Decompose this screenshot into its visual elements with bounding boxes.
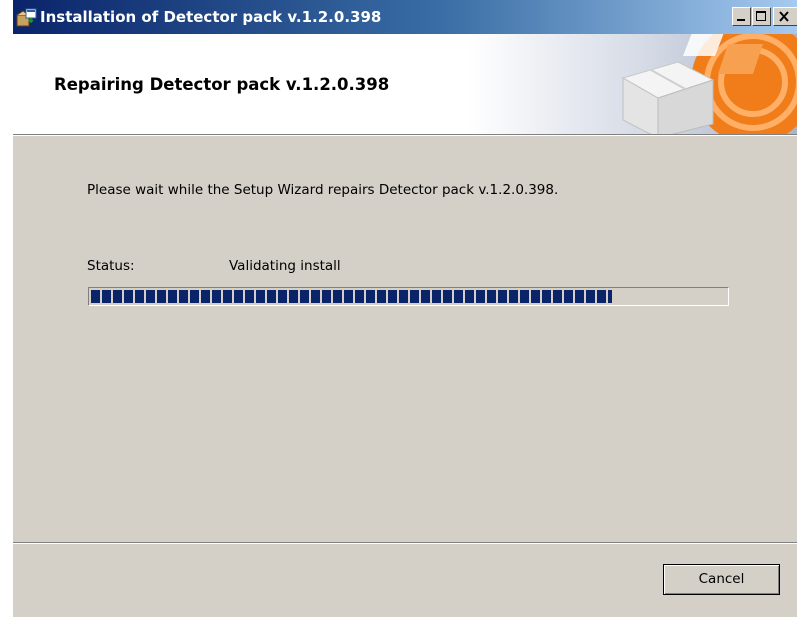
status-label: Status: [87, 258, 135, 274]
status-value: Validating install [229, 258, 341, 274]
description-text: Please wait while the Setup Wizard repai… [87, 182, 559, 198]
header-banner: Repairing Detector pack v.1.2.0.398 [13, 34, 797, 134]
minimize-button[interactable] [732, 7, 751, 26]
progress-track [91, 290, 726, 303]
installer-window: Installation of Detector pack v.1.2.0.39… [12, 0, 797, 617]
banner-divider-highlight [13, 135, 797, 136]
window-title: Installation of Detector pack v.1.2.0.39… [40, 8, 382, 26]
maximize-icon [756, 11, 766, 21]
maximize-button[interactable] [752, 7, 771, 26]
cancel-button[interactable]: Cancel [663, 564, 780, 595]
title-bar[interactable]: Installation of Detector pack v.1.2.0.39… [13, 0, 797, 34]
close-button[interactable] [773, 7, 797, 26]
installer-package-icon [16, 7, 38, 28]
progress-bar [88, 287, 729, 306]
minimize-icon [737, 19, 745, 21]
banner-title: Repairing Detector pack v.1.2.0.398 [54, 75, 390, 94]
progress-fill [91, 290, 612, 303]
package-box-icon [621, 34, 797, 134]
close-icon [779, 11, 789, 22]
footer-divider-highlight [13, 543, 797, 544]
